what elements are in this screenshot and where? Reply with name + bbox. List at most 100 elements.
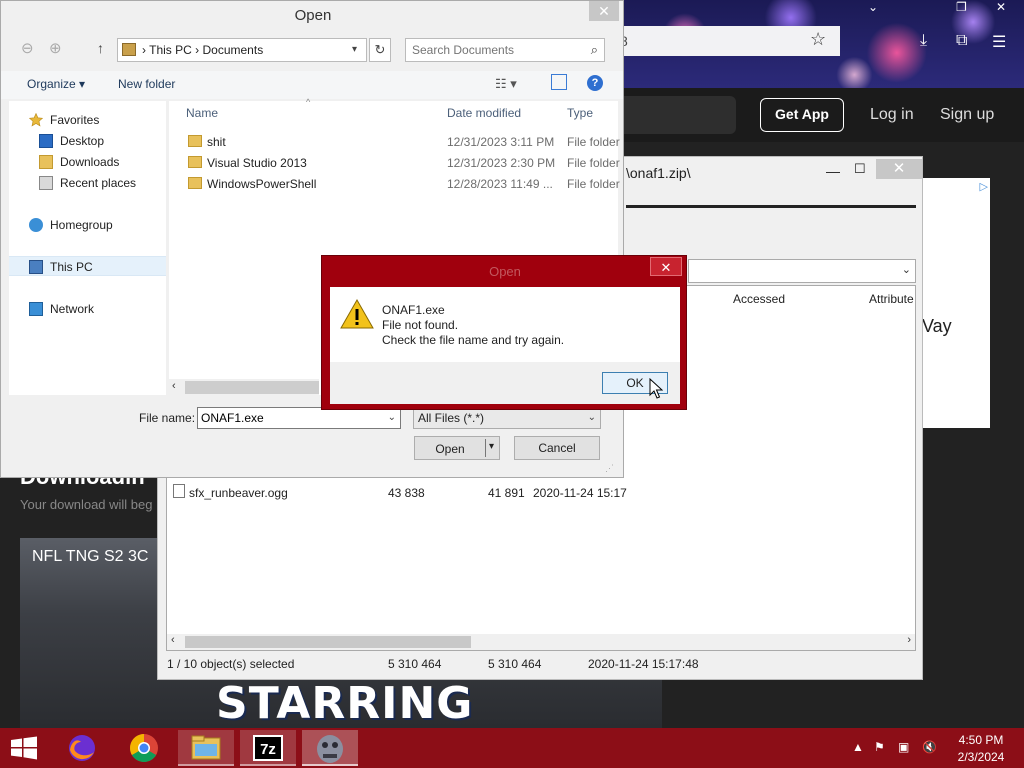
file-name[interactable]: sfx_runbeaver.ogg [189,486,288,500]
browser-window-controls: ⌄ ❐ ✕ [860,0,1024,20]
dialog-title: Open [294,7,332,24]
taskbar-chrome[interactable] [116,730,172,766]
cancel-button[interactable]: Cancel [514,436,600,460]
open-button[interactable]: Open ▾ [414,436,500,460]
taskbar-file-explorer[interactable] [178,730,234,766]
login-link[interactable]: Log in [870,106,914,124]
scroll-left-icon[interactable]: ‹ [172,380,176,392]
close-button[interactable]: ✕ [650,257,682,276]
network-icon [29,302,43,316]
network-status-icon[interactable]: ▣ [898,740,909,754]
file-name: Visual Studio 2013 [207,156,307,170]
scroll-left-icon[interactable]: ‹ [171,634,175,646]
preview-pane-icon[interactable] [551,74,567,90]
file-row[interactable]: shit 12/31/2023 3:11 PM File folder [169,131,620,152]
nav-network[interactable]: Network [9,299,166,319]
clock-date[interactable]: 2/3/2024 [956,750,1006,764]
windows-start-icon[interactable] [8,736,40,760]
download-icon[interactable]: ⤓ [920,32,927,50]
search-box[interactable]: ⌕ [405,38,605,62]
change-view-icon[interactable]: ☷ ▾ [495,76,517,92]
horizontal-scrollbar[interactable]: ‹ [169,379,319,396]
chevron-down-icon[interactable]: ⌄ [388,412,396,423]
search-icon[interactable]: ⌕ [591,42,598,58]
page-subtext: Your download will beg [20,497,153,512]
minimize-icon[interactable]: — [826,163,840,179]
taskbar-7zip[interactable]: 7z [240,730,296,766]
resize-grip-icon[interactable]: ⋰ [605,463,614,474]
scrollbar-thumb[interactable] [185,381,319,394]
error-title: Open [489,264,521,279]
computer-icon [122,43,136,56]
breadcrumb-this-pc[interactable]: This PC [149,43,192,57]
chrome-icon [130,734,158,762]
refresh-icon[interactable]: ↻ [369,38,391,62]
restore-icon[interactable]: ❐ [956,0,967,14]
nav-desktop[interactable]: Desktop [9,131,166,151]
status-size: 5 310 464 [388,657,442,671]
taskbar-running-app[interactable] [302,730,358,766]
video-title: NFL TNG S2 3C [32,548,149,565]
close-button[interactable]: ✕ [589,1,619,21]
breadcrumb-documents[interactable]: Documents [203,43,264,57]
toolbar-divider [626,205,916,208]
column-accessed[interactable]: Accessed [733,292,785,306]
ad-panel[interactable]: ▷ Vay [922,178,990,428]
chevron-down-icon[interactable]: ▾ [352,44,357,55]
nav-this-pc[interactable]: This PC [9,256,166,276]
nav-favorites[interactable]: Favorites [9,110,166,130]
back-icon[interactable]: ⊖ [21,39,34,57]
get-app-button[interactable]: Get App [760,98,844,132]
maximize-icon[interactable]: ☐ [854,161,866,177]
help-icon[interactable]: ? [587,75,603,91]
mouse-cursor-icon [649,378,663,399]
folder-icon [188,135,202,147]
path-combobox[interactable]: ⌄ [688,259,916,283]
horizontal-scrollbar[interactable]: ‹ › [167,634,915,650]
show-hidden-icons-icon[interactable]: ▲ [852,740,864,754]
file-row[interactable]: Visual Studio 2013 12/31/2023 2:30 PM Fi… [169,152,620,173]
address-bar[interactable]: 8 ☆ [612,26,840,56]
filename-label: File name: [139,411,196,425]
extensions-icon[interactable]: ⧉ [956,32,967,50]
filename-combobox[interactable]: ⌄ [197,407,401,429]
new-folder-button[interactable]: New folder [118,77,175,91]
dropdown-arrow-icon[interactable]: ▾ [489,441,494,452]
status-packed: 5 310 464 [488,657,542,671]
column-type[interactable]: Type [567,106,593,120]
bookmark-star-icon[interactable]: ☆ [810,29,826,50]
ad-choices-icon[interactable]: ▷ [980,180,988,193]
menu-icon[interactable]: ☰ [992,32,1006,52]
search-input[interactable] [412,43,572,57]
signup-link[interactable]: Sign up [940,106,994,124]
close-button[interactable]: ✕ [876,159,922,179]
filename-input[interactable] [201,411,381,425]
column-date-modified[interactable]: Date modified [447,106,521,120]
action-center-flag-icon[interactable]: ⚑ [874,740,885,754]
nav-label: Network [50,302,95,316]
filetype-select[interactable]: All Files (*.*) ⌄ [413,407,601,429]
up-arrow-icon[interactable]: ↑ [97,40,104,56]
nav-recent-places[interactable]: Recent places [9,173,166,193]
scrollbar-thumb[interactable] [185,636,471,648]
breadcrumb[interactable]: › This PC › Documents ▾ [117,38,367,62]
clock-time[interactable]: 4:50 PM [956,733,1006,747]
nav-downloads[interactable]: Downloads [9,152,166,172]
forward-icon[interactable]: ⊕ [49,39,62,57]
file-row[interactable]: WindowsPowerShell 12/28/2023 11:49 ... F… [169,173,620,194]
file-type: File folder [567,156,620,170]
column-name[interactable]: Name [186,106,218,120]
close-icon[interactable]: ✕ [996,0,1006,14]
column-attributes[interactable]: Attribute [869,292,914,306]
volume-muted-icon[interactable]: 🔇 [922,740,937,754]
scroll-right-icon[interactable]: › [907,634,911,646]
chevron-down-icon[interactable]: ⌄ [868,0,878,14]
chevron-down-icon[interactable]: ⌄ [588,412,596,423]
nav-homegroup[interactable]: Homegroup [9,215,166,235]
file-name: WindowsPowerShell [207,177,317,191]
sort-ascending-icon: ^ [306,97,311,107]
file-size: 43 838 [388,486,425,500]
chevron-down-icon[interactable]: ⌄ [902,263,911,276]
organize-button[interactable]: Organize ▾ [27,77,85,91]
taskbar-firefox[interactable] [54,730,110,766]
